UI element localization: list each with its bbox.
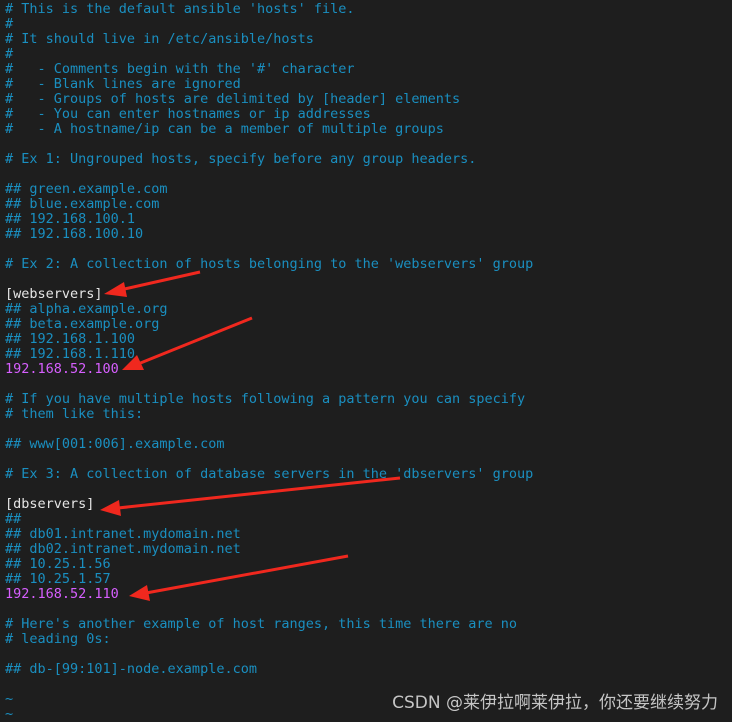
comment-line: ## 192.168.100.10 <box>5 226 144 242</box>
comment-line: ## 10.25.1.57 <box>5 571 111 587</box>
comment-line: ## green.example.com <box>5 181 168 197</box>
comment-line: # Ex 3: A collection of database servers… <box>5 466 534 482</box>
comment-line: # It should live in /etc/ansible/hosts <box>5 31 314 47</box>
host-line: 192.168.52.100 <box>5 361 119 377</box>
comment-line: # If you have multiple hosts following a… <box>5 391 526 407</box>
comment-line: ## 192.168.1.100 <box>5 331 136 347</box>
comment-line: # - A hostname/ip can be a member of mul… <box>5 121 444 137</box>
comment-line: ## 192.168.100.1 <box>5 211 136 227</box>
vim-editor[interactable]: # This is the default ansible 'hosts' fi… <box>5 2 533 722</box>
comment-line: ## <box>5 511 22 527</box>
comment-line: ## www[001:006].example.com <box>5 436 225 452</box>
comment-line: # <box>5 16 14 32</box>
watermark: CSDN @莱伊拉啊莱伊拉，你还要继续努力 <box>392 693 718 713</box>
comment-line: ## blue.example.com <box>5 196 160 212</box>
header-line: [webservers] <box>5 286 103 302</box>
comment-line: # This is the default ansible 'hosts' fi… <box>5 1 355 17</box>
comment-line: # Ex 1: Ungrouped hosts, specify before … <box>5 151 477 167</box>
comment-line: ## alpha.example.org <box>5 301 168 317</box>
comment-line: # - Groups of hosts are delimited by [he… <box>5 91 461 107</box>
host-line: 192.168.52.110 <box>5 586 119 602</box>
header-line: [dbservers] <box>5 496 95 512</box>
comment-line: ## db-[99:101]-node.example.com <box>5 661 257 677</box>
comment-line: # - You can enter hostnames or ip addres… <box>5 106 371 122</box>
comment-line: ## beta.example.org <box>5 316 160 332</box>
comment-line: # Ex 2: A collection of hosts belonging … <box>5 256 534 272</box>
comment-line: ## 10.25.1.56 <box>5 556 111 572</box>
comment-line: # Here's another example of host ranges,… <box>5 616 518 632</box>
comment-line: ## db01.intranet.mydomain.net <box>5 526 241 542</box>
comment-line: # - Blank lines are ignored <box>5 76 241 92</box>
comment-line: ## 192.168.1.110 <box>5 346 136 362</box>
comment-line: # <box>5 46 14 62</box>
comment-line: # leading 0s: <box>5 631 111 647</box>
comment-line: # them like this: <box>5 406 144 422</box>
comment-line: ## db02.intranet.mydomain.net <box>5 541 241 557</box>
comment-line: # - Comments begin with the '#' characte… <box>5 61 355 77</box>
